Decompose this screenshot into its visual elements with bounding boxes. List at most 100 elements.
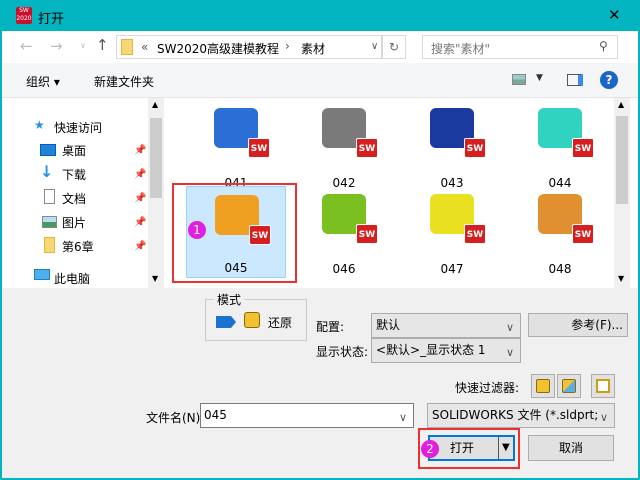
content-area: ★ 快速访问 桌面 📌 ↓ 下载 📌 文档 📌 图片 📌 第6章 📌 此电脑 ▲… bbox=[2, 97, 638, 288]
search-box[interactable]: 搜索"素材" ⚲ bbox=[422, 35, 618, 59]
mode-legend: 模式 bbox=[214, 291, 245, 308]
part-icon bbox=[244, 312, 260, 328]
filetype-select[interactable]: SOLIDWORKS 文件 (*.sldprt; ∨ bbox=[427, 403, 615, 428]
folder-icon bbox=[44, 237, 55, 253]
file-name: 046 bbox=[332, 262, 356, 276]
open-dropdown-arrow[interactable]: ▼ bbox=[498, 437, 510, 459]
cancel-label: 取消 bbox=[558, 441, 583, 455]
scroll-up-icon[interactable]: ▲ bbox=[618, 100, 624, 109]
breadcrumb-current[interactable]: 素材 bbox=[301, 40, 325, 57]
file-item[interactable]: SW 046 bbox=[294, 186, 394, 278]
solidworks-badge-icon: SW bbox=[248, 138, 270, 158]
solidworks-badge-icon: SW bbox=[572, 138, 594, 158]
solidworks-badge-icon: SW bbox=[572, 224, 594, 244]
cancel-button[interactable]: 取消 bbox=[528, 435, 614, 461]
search-icon: ⚲ bbox=[599, 39, 608, 53]
config-label: 配置: bbox=[316, 320, 345, 334]
preview-pane-icon[interactable] bbox=[567, 74, 583, 86]
restore-option[interactable]: 还原 bbox=[268, 314, 292, 331]
organize-menu[interactable]: 组织 ▾ bbox=[26, 73, 60, 90]
quick-access-star-icon: ★ bbox=[34, 118, 45, 132]
config-value: 默认 bbox=[376, 318, 401, 332]
new-folder-button[interactable]: 新建文件夹 bbox=[94, 73, 154, 90]
breadcrumb-separator[interactable]: › bbox=[285, 39, 290, 53]
quick-filter-label: 快速过滤器: bbox=[455, 381, 520, 395]
part-filter-icon bbox=[536, 379, 550, 393]
search-input[interactable]: 搜索"素材" bbox=[431, 40, 490, 57]
filter-assemblies-button[interactable] bbox=[557, 374, 581, 398]
scrollbar-thumb[interactable] bbox=[616, 116, 628, 204]
up-button[interactable]: ↑ bbox=[96, 36, 109, 54]
pin-icon[interactable]: 📌 bbox=[134, 241, 146, 252]
filter-parts-button[interactable] bbox=[531, 374, 555, 398]
pin-icon[interactable]: 📌 bbox=[134, 145, 146, 156]
sidebar-scrollbar[interactable]: ▲ ▼ bbox=[148, 98, 164, 288]
sidebar-item-quick-access[interactable]: 快速访问 bbox=[54, 119, 102, 136]
sidebar-item-desktop[interactable]: 桌面 bbox=[62, 142, 86, 159]
chevron-down-icon: ∨ bbox=[505, 346, 514, 359]
address-dropdown[interactable]: ∨ bbox=[371, 41, 378, 52]
pin-icon[interactable]: 📌 bbox=[134, 217, 146, 228]
drawing-filter-icon bbox=[596, 379, 610, 393]
scroll-down-icon[interactable]: ▼ bbox=[618, 274, 624, 283]
reference-label: 参考(F)... bbox=[571, 318, 623, 332]
sidebar-item-pictures[interactable]: 图片 bbox=[62, 214, 86, 231]
assembly-filter-icon bbox=[562, 379, 576, 393]
scroll-down-icon[interactable]: ▼ bbox=[152, 274, 158, 283]
breadcrumb-parent[interactable]: SW2020高级建模教程 bbox=[157, 40, 279, 57]
file-item[interactable]: SW 041 bbox=[186, 100, 286, 192]
step2-badge: 2 bbox=[421, 440, 439, 458]
display-state-label: 显示状态: bbox=[316, 345, 369, 359]
file-item[interactable]: SW 043 bbox=[402, 100, 502, 192]
sidebar-item-documents[interactable]: 文档 bbox=[62, 190, 86, 207]
sidebar-item-chapter6[interactable]: 第6章 bbox=[62, 238, 94, 255]
help-button[interactable]: ? bbox=[600, 71, 618, 89]
display-state-select[interactable]: <默认>_显示状态 1 ∨ bbox=[371, 338, 521, 363]
solidworks-badge-icon: SW bbox=[464, 138, 486, 158]
chevron-down-icon[interactable]: ∨ bbox=[399, 406, 407, 429]
file-item[interactable]: SW 044 bbox=[510, 100, 610, 192]
file-item[interactable]: SW 047 bbox=[402, 186, 502, 278]
sidebar-item-this-pc[interactable]: 此电脑 bbox=[54, 270, 90, 287]
path-overflow[interactable]: « bbox=[141, 40, 148, 54]
view-options-icon[interactable] bbox=[512, 74, 526, 85]
pin-icon[interactable]: 📌 bbox=[134, 193, 146, 204]
refresh-button[interactable]: ↻ bbox=[382, 35, 406, 59]
filename-label: 文件名(N): bbox=[146, 411, 205, 425]
download-icon: ↓ bbox=[40, 162, 54, 181]
grid-scrollbar[interactable]: ▲ ▼ bbox=[614, 98, 630, 288]
back-button[interactable]: ← bbox=[20, 37, 33, 55]
mode-group: 模式 还原 bbox=[205, 291, 307, 341]
recent-dropdown[interactable]: ∨ bbox=[80, 41, 86, 50]
reference-button[interactable]: 参考(F)... bbox=[528, 313, 628, 337]
scroll-up-icon[interactable]: ▲ bbox=[152, 100, 158, 109]
scrollbar-thumb[interactable] bbox=[150, 118, 162, 198]
display-state-value: <默认>_显示状态 1 bbox=[376, 343, 486, 357]
desktop-icon bbox=[40, 144, 56, 156]
address-bar[interactable]: « SW2020高级建模教程 › 素材 ∨ bbox=[116, 35, 382, 59]
chevron-down-icon: ∨ bbox=[505, 321, 514, 334]
title-bar: SW 2020 打开 ✕ bbox=[0, 0, 640, 31]
file-item[interactable]: SW 042 bbox=[294, 100, 394, 192]
close-button[interactable]: ✕ bbox=[608, 6, 621, 24]
solidworks-badge-icon: SW bbox=[464, 224, 486, 244]
navigation-pane: ★ 快速访问 桌面 📌 ↓ 下载 📌 文档 📌 图片 📌 第6章 📌 此电脑 bbox=[2, 98, 164, 288]
solidworks-app-icon: SW 2020 bbox=[16, 7, 32, 24]
filetype-value: SOLIDWORKS 文件 (*.sldprt; bbox=[432, 408, 599, 422]
file-name: 048 bbox=[548, 262, 572, 276]
filter-drawings-button[interactable] bbox=[591, 374, 615, 398]
solidworks-badge-icon: SW bbox=[356, 224, 378, 244]
forward-button[interactable]: → bbox=[50, 37, 63, 55]
filename-input[interactable]: 045 ∨ bbox=[200, 403, 414, 428]
pin-icon[interactable]: 📌 bbox=[134, 169, 146, 180]
file-name: 047 bbox=[440, 262, 464, 276]
navigation-bar: ← → ∨ ↑ « SW2020高级建模教程 › 素材 ∨ ↻ 搜索"素材" ⚲ bbox=[2, 31, 638, 63]
config-select[interactable]: 默认 ∨ bbox=[371, 313, 521, 338]
window-title: 打开 bbox=[38, 12, 65, 27]
file-item[interactable]: SW 048 bbox=[510, 186, 610, 278]
step1-badge: 1 bbox=[188, 221, 206, 239]
open-button[interactable]: 打开 ▼ bbox=[428, 435, 515, 461]
sidebar-item-downloads[interactable]: 下载 bbox=[62, 166, 86, 183]
view-dropdown-icon[interactable]: ▼ bbox=[536, 73, 543, 83]
pictures-icon bbox=[42, 216, 57, 228]
